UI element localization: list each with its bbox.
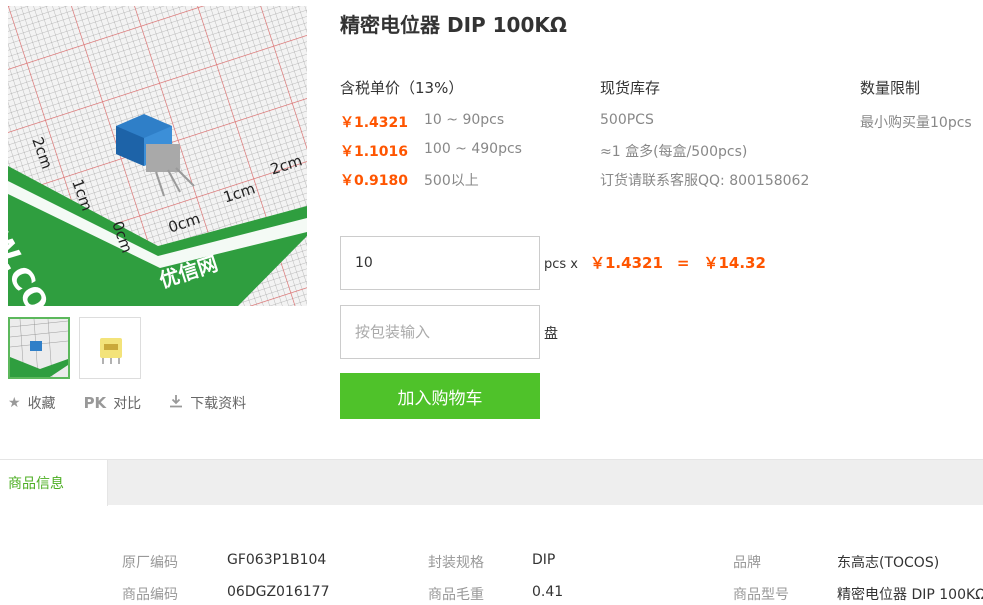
price-tier: ￥1.4321 10 ~ 90pcs xyxy=(340,112,504,132)
qty-unit: pcs x xyxy=(544,257,578,272)
price-header: 含税单价（13%） xyxy=(340,79,464,97)
spec-key: 品牌 xyxy=(733,555,761,571)
product-main-image xyxy=(8,6,307,306)
stock-header: 现货库存 xyxy=(600,79,661,97)
package-unit: 盘 xyxy=(544,326,558,342)
spec-value: DIP xyxy=(532,552,556,568)
download-label: 下载资料 xyxy=(190,396,247,412)
price-calculation: pcs x ￥1.4321 = ￥14.32 xyxy=(544,252,766,273)
tier-range: 500以上 xyxy=(424,173,479,189)
equals-sign: = xyxy=(676,254,690,272)
star-icon: ★ xyxy=(8,395,21,411)
total-price: ￥14.32 xyxy=(703,254,766,272)
tab-product-info[interactable]: 商品信息 xyxy=(0,460,108,506)
spec-value: GF063P1B104 xyxy=(227,552,327,568)
package-input[interactable] xyxy=(340,305,540,359)
thumbnail-1-graphic xyxy=(10,319,68,377)
tier-range: 100 ~ 490pcs xyxy=(424,141,522,157)
favorite-button[interactable]: ★ 收藏 xyxy=(8,393,56,413)
stock-contact: 订货请联系客服QQ: 800158062 xyxy=(600,173,810,189)
thumbnail-1[interactable] xyxy=(8,317,70,379)
price-tier: ￥1.1016 100 ~ 490pcs xyxy=(340,141,522,161)
spec-value: 0.41 xyxy=(532,584,564,600)
spec-key: 商品编码 xyxy=(122,587,178,603)
download-button[interactable]: 下载资料 xyxy=(169,393,246,413)
spec-key: 封装规格 xyxy=(428,555,484,571)
tier-price: ￥1.1016 xyxy=(340,144,409,160)
pk-icon: PK xyxy=(83,394,107,412)
tier-price: ￥1.4321 xyxy=(340,115,409,131)
unit-price: ￥1.4321 xyxy=(590,254,663,272)
limit-header: 数量限制 xyxy=(860,79,921,97)
thumbnail-2[interactable] xyxy=(79,317,141,379)
product-actions: ★ 收藏 PK 对比 下载资料 xyxy=(8,393,274,413)
spec-value: 06DGZ016177 xyxy=(227,584,330,600)
price-tier: ￥0.9180 500以上 xyxy=(340,170,479,190)
add-to-cart-button[interactable]: 加入购物车 xyxy=(340,373,540,419)
product-photo-graphic xyxy=(8,6,307,306)
tier-range: 10 ~ 90pcs xyxy=(424,112,505,128)
favorite-label: 收藏 xyxy=(27,396,56,412)
compare-label: 对比 xyxy=(113,396,142,412)
min-order-text: 最小购买量10pcs xyxy=(860,115,972,131)
spec-key: 原厂编码 xyxy=(122,555,178,571)
stock-boxes: ≈1 盒多(每盒/500pcs) xyxy=(600,144,748,160)
product-title: 精密电位器 DIP 100KΩ xyxy=(340,13,567,37)
info-tab-bar: 商品信息 xyxy=(0,459,983,506)
quantity-input[interactable] xyxy=(340,236,540,290)
thumbnail-2-graphic xyxy=(80,318,140,378)
compare-button[interactable]: PK 对比 xyxy=(84,393,142,413)
spec-value: 东高志(TOCOS) xyxy=(837,555,940,571)
download-icon xyxy=(169,394,183,412)
spec-key: 商品型号 xyxy=(733,587,789,603)
tier-price: ￥0.9180 xyxy=(340,173,409,189)
spec-key: 商品毛重 xyxy=(428,587,484,603)
spec-value: 精密电位器 DIP 100KΩ xyxy=(837,587,983,603)
stock-quantity: 500PCS xyxy=(600,112,654,128)
